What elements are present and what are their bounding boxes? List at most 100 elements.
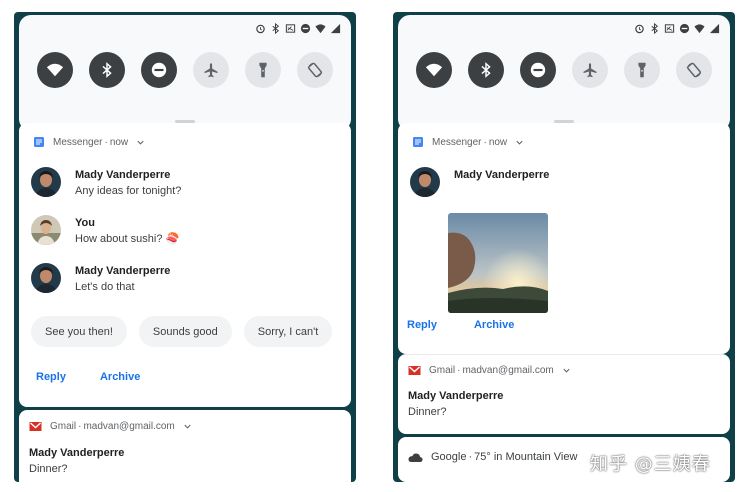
chevron-down-icon[interactable] [562,366,571,375]
bluetooth-tile[interactable] [468,52,504,88]
watermark: 知乎 @三姨春 [590,454,711,475]
weather-text: 75° in Mountain View [474,451,578,463]
flashlight-tile[interactable] [624,52,660,88]
gmail-notification[interactable]: Gmail · madvan@gmail.com Mady Vanderperre … [19,410,351,482]
flashlight-icon [259,62,267,78]
app-name: Messenger [53,136,103,148]
cast-icon [664,23,675,33]
app-name: Google [431,451,467,463]
email-body: Dinner? [408,406,447,418]
notification-header: Gmail · madvan@gmail.com [29,421,192,432]
messenger-notification[interactable]: Messenger · now Mady Vanderperre Reply A… [398,123,730,354]
auto-rotate-icon [307,62,323,78]
app-name: Gmail [50,421,77,432]
email-body: Dinner? [29,463,68,475]
avatar [31,167,61,197]
dnd-status-icon [679,23,690,33]
quick-settings-tiles [37,52,333,88]
wifi-tile[interactable] [416,52,452,88]
wifi-status-icon [694,23,705,33]
airplane-tile[interactable] [572,52,608,88]
gmail-app-icon [29,422,42,431]
message-item: Mady Vanderperre [410,167,549,197]
dnd-tile[interactable] [520,52,556,88]
chevron-down-icon[interactable] [515,138,524,147]
auto-rotate-tile[interactable] [676,52,712,88]
alarm-icon [635,24,644,33]
avatar [410,167,440,197]
notification-actions: Reply Archive [407,319,514,331]
auto-rotate-icon [686,62,702,78]
message-sender: Mady Vanderperre [75,265,171,277]
message-item: Mady Vanderperre Any ideas for tonight? [31,167,181,199]
wifi-tile[interactable] [37,52,73,88]
wifi-icon [46,63,64,77]
bluetooth-icon [481,62,491,78]
cast-icon [285,23,296,33]
auto-rotate-tile[interactable] [297,52,333,88]
app-name: Gmail [429,365,456,376]
email-sender: Mady Vanderperre [29,447,125,459]
notification-header: Gmail · madvan@gmail.com [408,365,571,376]
email-sender: Mady Vanderperre [408,390,504,402]
quick-settings-panel [19,15,351,131]
status-bar [634,21,720,35]
cloud-icon [408,453,423,462]
signal-icon [709,23,720,33]
message-sender: You [75,217,95,229]
flashlight-icon [638,62,646,78]
wifi-icon [425,63,443,77]
airplane-icon [583,63,597,78]
archive-button[interactable]: Archive [100,371,140,383]
notification-header: Messenger · now [412,136,524,148]
gmail-notification[interactable]: Gmail · madvan@gmail.com Mady Vanderperre … [398,354,730,434]
dnd-tile[interactable] [141,52,177,88]
bluetooth-status-icon [272,22,280,34]
avatar [31,263,61,293]
bluetooth-tile[interactable] [89,52,125,88]
smart-reply-chip[interactable]: See you then! [31,316,127,347]
messenger-notification[interactable]: Messenger · now Mady Vanderperre Any ideas… [19,123,351,407]
smart-reply-chip[interactable]: Sorry, I can't [243,316,333,347]
notification-actions: Reply Archive [36,371,140,383]
app-name: Messenger [432,136,482,148]
airplane-icon [204,63,218,78]
quick-settings-panel [398,15,730,131]
bluetooth-icon [102,62,112,78]
avatar [31,215,61,245]
chevron-down-icon[interactable] [136,138,145,147]
notification-header: Messenger · now [33,136,145,148]
flashlight-tile[interactable] [245,52,281,88]
message-text: How about sushi? 🍣 [75,233,180,245]
account-email: madvan@gmail.com [83,421,175,432]
smart-replies: See you then! Sounds good Sorry, I can't [31,316,343,347]
dnd-status-icon [300,23,311,33]
message-sender: Mady Vanderperre [454,169,550,181]
gmail-app-icon [408,366,421,375]
archive-button[interactable]: Archive [474,319,514,331]
notification-header: Google · 75° in Mountain View [408,451,577,463]
message-text: Any ideas for tonight? [75,185,182,197]
reply-button[interactable]: Reply [407,319,437,331]
reply-button[interactable]: Reply [36,371,66,383]
status-bar [255,21,341,35]
message-text: Let's do that [75,281,135,293]
right-phone-screen: Messenger · now Mady Vanderperre Reply A… [393,12,735,482]
chevron-down-icon[interactable] [183,422,192,431]
landscape-photo [448,213,548,313]
bluetooth-status-icon [651,22,659,34]
account-email: madvan@gmail.com [462,365,554,376]
signal-icon [330,23,341,33]
message-item: You How about sushi? 🍣 [31,215,179,247]
quick-settings-tiles [416,52,712,88]
messenger-app-icon [34,137,44,147]
do-not-disturb-icon [151,62,167,78]
airplane-tile[interactable] [193,52,229,88]
image-attachment[interactable] [448,213,548,313]
wifi-status-icon [315,23,326,33]
do-not-disturb-icon [530,62,546,78]
notification-time: now [109,136,129,148]
left-phone-screen: Messenger · now Mady Vanderperre Any ideas… [14,12,356,482]
messenger-app-icon [413,137,423,147]
smart-reply-chip[interactable]: Sounds good [138,316,232,347]
